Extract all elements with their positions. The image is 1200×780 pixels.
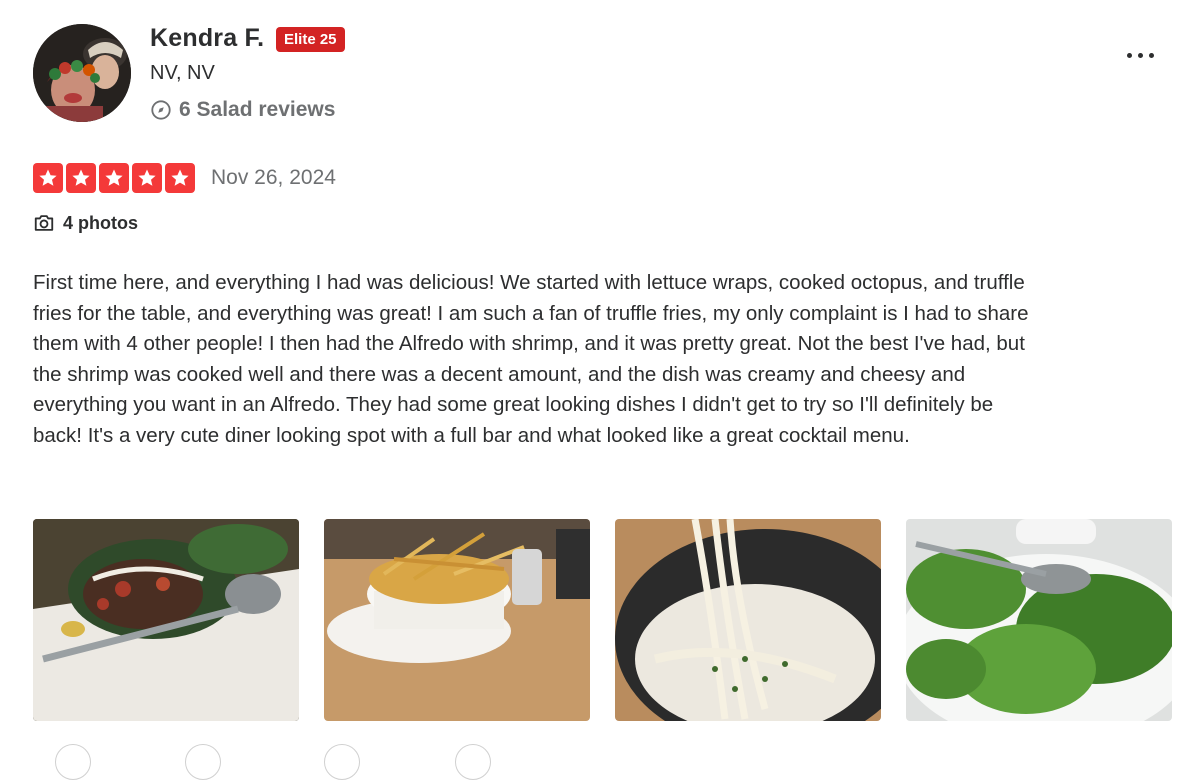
reactions-row <box>0 738 1200 780</box>
love-button[interactable] <box>324 744 360 780</box>
more-horizontal-icon <box>1126 52 1132 58</box>
star-rating <box>33 163 195 193</box>
user-avatar[interactable] <box>33 24 131 122</box>
star-icon <box>165 163 195 193</box>
photos-link[interactable]: 4 photos <box>33 212 138 234</box>
photos-link-label: 4 photos <box>63 212 138 233</box>
oh-no-button[interactable] <box>455 744 491 780</box>
review-date: Nov 26, 2024 <box>211 166 336 189</box>
review-photo-2[interactable] <box>324 519 590 721</box>
elite-badge: Elite 25 <box>276 27 345 52</box>
star-icon <box>66 163 96 193</box>
helpful-button[interactable] <box>55 744 91 780</box>
review-photo-4[interactable] <box>906 519 1172 721</box>
user-location: NV, NV <box>150 62 215 84</box>
star-icon <box>132 163 162 193</box>
star-icon <box>33 163 63 193</box>
review-text: First time here, and everything I had wa… <box>33 271 1029 447</box>
compass-icon <box>151 100 171 120</box>
more-options-button[interactable] <box>1120 38 1160 72</box>
review-photo-3[interactable] <box>615 519 881 721</box>
review-photo-1[interactable] <box>33 519 299 721</box>
camera-icon <box>34 215 54 231</box>
star-icon <box>99 163 129 193</box>
thanks-button[interactable] <box>185 744 221 780</box>
user-name[interactable]: Kendra F. <box>150 24 264 53</box>
reviews-stat: 6 Salad reviews <box>150 98 335 122</box>
reviews-stat-label: 6 Salad reviews <box>179 98 336 121</box>
